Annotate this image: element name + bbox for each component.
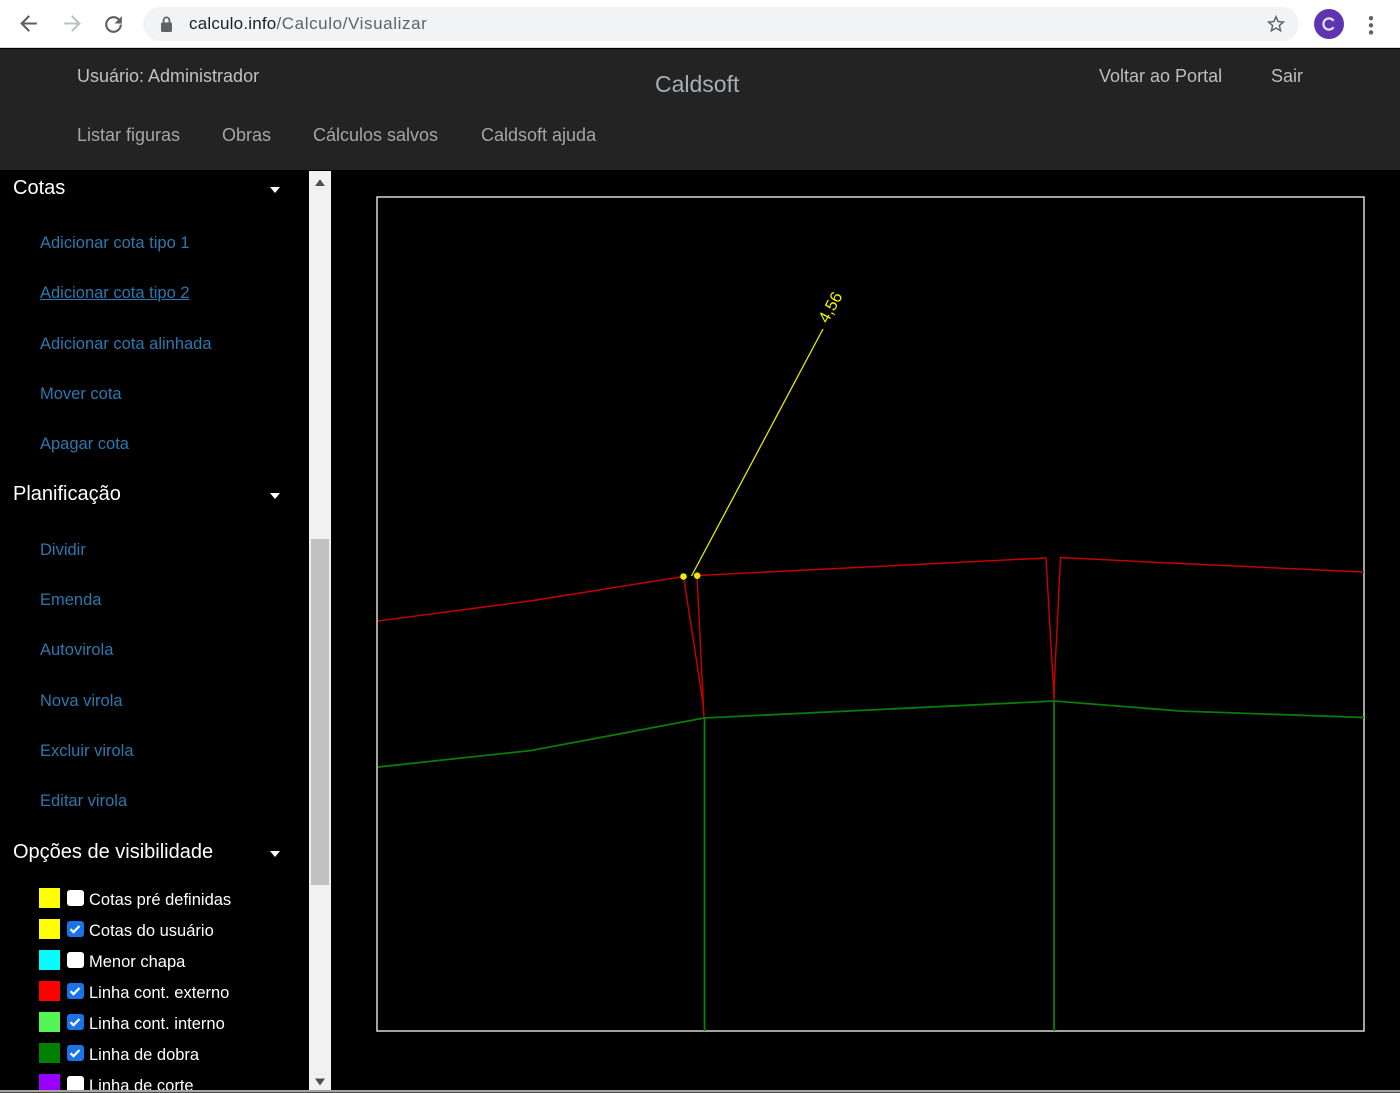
svg-text:4,56: 4,56 — [815, 289, 846, 326]
